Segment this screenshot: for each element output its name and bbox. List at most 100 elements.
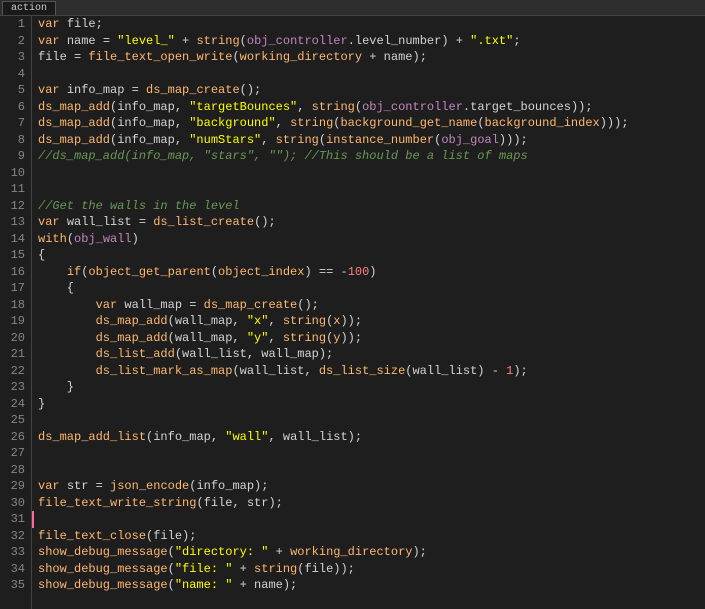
code-line[interactable] bbox=[38, 445, 705, 462]
code-line[interactable]: } bbox=[38, 396, 705, 413]
line-number: 24 bbox=[0, 396, 25, 413]
token-plain bbox=[38, 314, 96, 328]
token-paren: ( bbox=[477, 116, 484, 130]
code-line[interactable]: var name = "level_" + string(obj_control… bbox=[38, 33, 705, 50]
line-number: 28 bbox=[0, 462, 25, 479]
token-obj: obj_controller bbox=[247, 34, 348, 48]
token-plain: str = bbox=[67, 479, 110, 493]
code-line[interactable]: ds_map_add(wall_map, "x", string(x)); bbox=[38, 313, 705, 330]
token-paren: ( bbox=[319, 133, 326, 147]
line-number: 17 bbox=[0, 280, 25, 297]
token-str: "x" bbox=[247, 314, 269, 328]
line-number: 16 bbox=[0, 264, 25, 281]
code-line[interactable]: var str = json_encode(info_map); bbox=[38, 478, 705, 495]
code-editor[interactable]: 1234567891011121314151617181920212223242… bbox=[0, 16, 705, 609]
code-line[interactable]: var file; bbox=[38, 16, 705, 33]
token-fn: string bbox=[196, 34, 239, 48]
token-plain: (info_map, bbox=[110, 116, 189, 130]
code-line[interactable]: ds_map_add_list(info_map, "wall", wall_l… bbox=[38, 429, 705, 446]
token-plain: , bbox=[261, 133, 275, 147]
code-line[interactable]: var wall_list = ds_list_create(); bbox=[38, 214, 705, 231]
token-fn: ds_map_add bbox=[96, 331, 168, 345]
line-number: 27 bbox=[0, 445, 25, 462]
tab-action[interactable]: action bbox=[2, 1, 56, 15]
token-fn: string bbox=[283, 331, 326, 345]
token-fn: ds_map_add bbox=[38, 133, 110, 147]
line-number: 22 bbox=[0, 363, 25, 380]
token-plain: (); bbox=[297, 298, 319, 312]
token-plain: + bbox=[232, 562, 254, 576]
code-line[interactable] bbox=[38, 66, 705, 83]
token-plain: , bbox=[297, 100, 311, 114]
token-fn: background_index bbox=[485, 116, 600, 130]
token-plain: ) == - bbox=[304, 265, 347, 279]
token-plain: (); bbox=[240, 83, 262, 97]
code-line[interactable]: file_text_write_string(file, str); bbox=[38, 495, 705, 512]
code-line[interactable]: ds_list_mark_as_map(wall_list, ds_list_s… bbox=[38, 363, 705, 380]
token-str: "directory: " bbox=[175, 545, 269, 559]
token-plain: (info_map, bbox=[110, 133, 189, 147]
code-line[interactable]: //ds_map_add(info_map, "stars", ""); //T… bbox=[38, 148, 705, 165]
token-plain: (info_map); bbox=[189, 479, 268, 493]
token-plain: (); bbox=[254, 215, 276, 229]
code-line[interactable]: with(obj_wall) bbox=[38, 231, 705, 248]
code-line[interactable]: ds_list_add(wall_list, wall_map); bbox=[38, 346, 705, 363]
code-line[interactable] bbox=[38, 165, 705, 182]
code-line[interactable]: var info_map = ds_map_create(); bbox=[38, 82, 705, 99]
token-kw: with bbox=[38, 232, 67, 246]
code-line[interactable]: show_debug_message("file: " + string(fil… bbox=[38, 561, 705, 578]
token-fn: string bbox=[283, 314, 326, 328]
token-num: 100 bbox=[348, 265, 370, 279]
token-plain: (wall_list, bbox=[232, 364, 318, 378]
token-plain: (wall_list, wall_map); bbox=[175, 347, 333, 361]
code-line[interactable]: file_text_close(file); bbox=[38, 528, 705, 545]
code-line[interactable]: { bbox=[38, 280, 705, 297]
code-line[interactable]: ds_map_add(info_map, "background", strin… bbox=[38, 115, 705, 132]
token-fn: file_text_write_string bbox=[38, 496, 196, 510]
token-plain: (info_map, bbox=[110, 100, 189, 114]
code-line[interactable]: if(object_get_parent(object_index) == -1… bbox=[38, 264, 705, 281]
token-str: "file: " bbox=[175, 562, 233, 576]
line-number: 11 bbox=[0, 181, 25, 198]
token-fn: object_get_parent bbox=[88, 265, 210, 279]
token-plain: ))); bbox=[600, 116, 629, 130]
token-plain: wall_map = bbox=[124, 298, 203, 312]
token-plain bbox=[38, 347, 96, 361]
code-line[interactable] bbox=[38, 511, 705, 528]
code-line[interactable]: var wall_map = ds_map_create(); bbox=[38, 297, 705, 314]
code-line[interactable] bbox=[38, 462, 705, 479]
line-number: 9 bbox=[0, 148, 25, 165]
token-paren: ( bbox=[168, 545, 175, 559]
token-fn: string bbox=[276, 133, 319, 147]
line-number: 8 bbox=[0, 132, 25, 149]
code-line[interactable]: show_debug_message("name: " + name); bbox=[38, 577, 705, 594]
token-fn: string bbox=[254, 562, 297, 576]
token-plain: } bbox=[38, 397, 45, 411]
code-line[interactable]: ds_map_add(info_map, "targetBounces", st… bbox=[38, 99, 705, 116]
line-number: 21 bbox=[0, 346, 25, 363]
token-plain: (wall_map, bbox=[168, 314, 247, 328]
code-area[interactable]: var file;var name = "level_" + string(ob… bbox=[32, 16, 705, 609]
line-number: 23 bbox=[0, 379, 25, 396]
code-line[interactable]: ds_map_add(info_map, "numStars", string(… bbox=[38, 132, 705, 149]
token-plain: , bbox=[268, 314, 282, 328]
code-line[interactable] bbox=[38, 181, 705, 198]
token-fn: object_index bbox=[218, 265, 304, 279]
token-plain: ; bbox=[513, 34, 520, 48]
line-number: 13 bbox=[0, 214, 25, 231]
token-obj: obj_goal bbox=[441, 133, 499, 147]
token-plain: file; bbox=[67, 17, 103, 31]
line-number: 31 bbox=[0, 511, 25, 528]
cursor-indicator bbox=[32, 511, 34, 528]
token-plain: )); bbox=[340, 331, 362, 345]
line-number: 29 bbox=[0, 478, 25, 495]
code-line[interactable] bbox=[38, 412, 705, 429]
code-line[interactable]: show_debug_message("directory: " + worki… bbox=[38, 544, 705, 561]
token-paren: ( bbox=[240, 34, 247, 48]
code-line[interactable]: { bbox=[38, 247, 705, 264]
code-line[interactable]: //Get the walls in the level bbox=[38, 198, 705, 215]
code-line[interactable]: } bbox=[38, 379, 705, 396]
code-line[interactable]: ds_map_add(wall_map, "y", string(y)); bbox=[38, 330, 705, 347]
token-str: "background" bbox=[189, 116, 275, 130]
code-line[interactable]: file = file_text_open_write(working_dire… bbox=[38, 49, 705, 66]
